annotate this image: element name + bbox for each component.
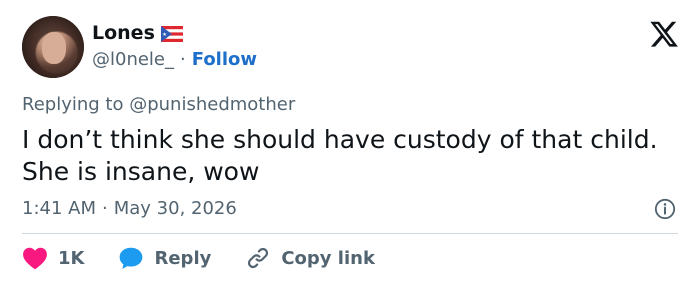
replying-to: Replying to @punishedmother <box>22 94 295 115</box>
link-icon <box>248 247 269 269</box>
author-handle[interactable]: @l0nele_ <box>92 49 174 70</box>
action-bar: 1K Reply Copy link <box>22 246 409 270</box>
follow-button[interactable]: Follow <box>192 49 257 70</box>
tweet-text-line-2: She is insane, wow <box>22 157 260 186</box>
author-name-row: Lones <box>92 22 183 44</box>
tweet-text-line-1: I don’t think she should have custody of… <box>22 125 658 154</box>
avatar-face <box>42 32 66 64</box>
copy-link-label: Copy link <box>281 247 375 269</box>
author-handle-row: @l0nele_ · Follow <box>92 49 257 70</box>
replying-prefix: Replying to <box>22 94 124 115</box>
like-button[interactable]: 1K <box>22 246 84 270</box>
reply-button[interactable]: Reply <box>118 246 211 270</box>
tweet-time: 1:41 AM <box>22 198 96 219</box>
copy-link-button[interactable]: Copy link <box>245 246 375 270</box>
handle-separator: · <box>180 49 186 70</box>
puerto-rico-flag-icon <box>160 25 183 42</box>
tweet-timestamp[interactable]: 1:41 AM · May 30, 2026 <box>22 198 237 219</box>
info-icon[interactable] <box>654 198 676 220</box>
reply-bubble-icon <box>120 247 143 269</box>
author-display-name[interactable]: Lones <box>92 22 155 44</box>
tweet-text: I don’t think she should have custody of… <box>22 124 682 188</box>
replying-to-handle[interactable]: @punishedmother <box>129 94 295 115</box>
x-logo-icon[interactable] <box>650 20 678 48</box>
avatar[interactable] <box>22 16 84 78</box>
like-count: 1K <box>58 247 85 269</box>
tweet-date: May 30, 2026 <box>113 198 237 219</box>
reply-label: Reply <box>154 247 212 269</box>
meta-separator: · <box>102 198 108 219</box>
heart-icon <box>23 247 47 270</box>
divider <box>22 233 678 234</box>
